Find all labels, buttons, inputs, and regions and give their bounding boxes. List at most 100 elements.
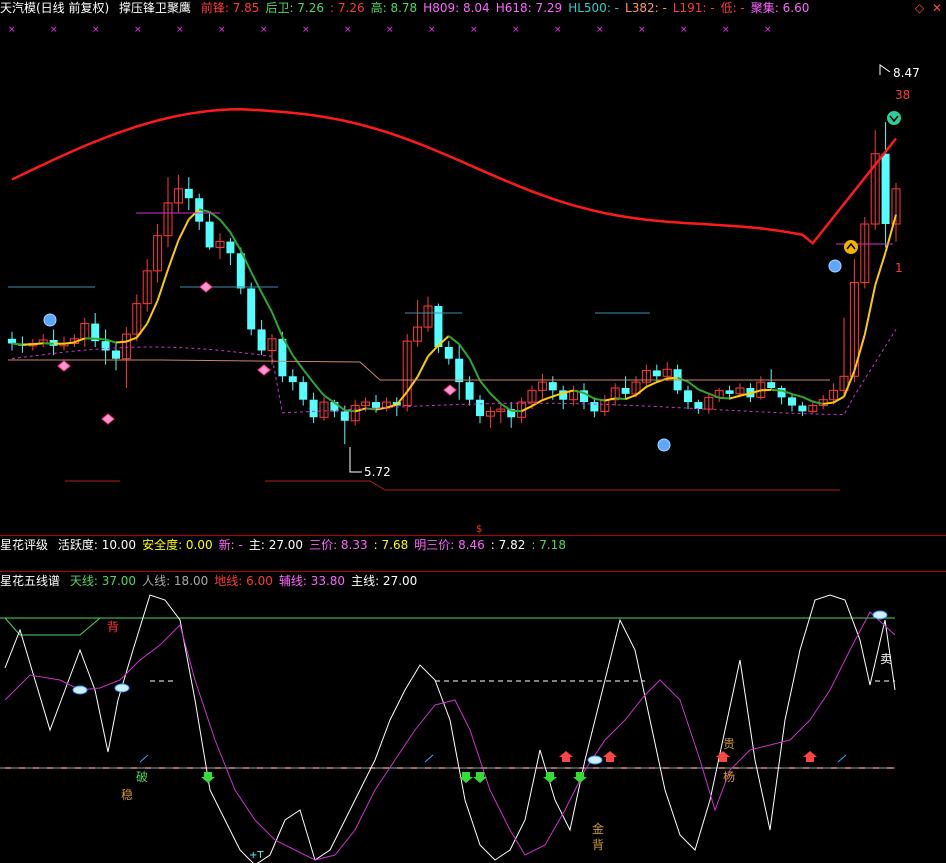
po-label: 破 [136,770,149,784]
mai-label: 卖 [880,652,893,666]
ma-segment [323,394,335,404]
ma-segment [291,354,305,371]
candle-body [434,306,443,347]
top-x-mark: × [8,25,16,35]
gem-icon [101,413,115,425]
ma-segment [302,368,315,384]
ma-segment [416,355,429,378]
gui-label: 贵 [723,737,736,751]
ma-segment [604,397,616,402]
high-price-label: 8.47 [893,66,920,80]
up-badge-icon [844,240,858,254]
top-x-mark: × [50,25,58,35]
top-x-mark: × [260,25,268,35]
top-x-mark: × [470,25,478,35]
gem-icon [57,360,71,372]
down-badge-icon [887,111,901,125]
ma-segment [500,402,512,412]
ma-segment [635,386,648,396]
orb-icon [657,438,671,452]
ma-segment [542,395,554,402]
candle-body [340,411,349,421]
ma-segment [874,251,887,286]
candle-body [476,399,484,417]
candle-body [725,390,734,394]
down-arrow-icon [201,772,215,783]
ma-segment [43,342,54,345]
top-x-mark: × [176,25,184,35]
candle-body [288,376,297,383]
candle-body [590,402,599,412]
ma-segment [177,218,190,241]
ma-segment [812,400,824,405]
up-arrow-icon [603,751,617,762]
candle-body [247,288,256,330]
ma-segment [167,240,180,270]
candle-body [652,370,661,377]
candle-body [788,397,796,406]
gem-icon [199,281,213,293]
aux-line [4,611,896,861]
top-x-mark: × [218,25,226,35]
candle-body [226,241,235,254]
candle-body [257,329,266,351]
price-chart: × × × × × × × × × × × × × × × × × × × $ [0,25,901,863]
gem-icon [443,384,457,396]
orb-icon [828,259,842,273]
bottom-red-line [265,480,840,491]
candle-body [881,153,890,224]
candle-body [465,382,474,400]
up-arrow-icon [803,751,817,762]
ma-segment [95,337,106,341]
ma-segment [260,292,273,313]
bei-bottom-label: 背 [592,838,605,852]
candle-body [309,399,318,418]
ma-segment [312,382,325,397]
ma-segment [115,340,127,344]
bird-icon [114,683,130,693]
down-arrow-icon [543,772,557,783]
ma-segment [645,381,658,388]
top-x-mark: × [512,25,520,35]
wen-label: 稳 [121,788,134,802]
ma-segment [489,392,502,405]
top-x-mark: × [722,25,730,35]
candle-body [205,221,214,248]
top-x-mark: × [554,25,562,35]
high-callout [879,64,891,75]
ma-segment [63,341,75,345]
main-line [4,594,896,863]
ma-segment [843,370,856,398]
ma-segment [126,336,138,343]
candle-body [455,358,464,383]
yang-label: 杨 [723,770,736,784]
upper-band-line [11,107,897,245]
ma-segment [719,396,730,400]
ma-segment [625,394,637,400]
dollar-mark: $ [476,524,482,535]
ma-segment [853,334,866,372]
top-x-mark: × [680,25,688,35]
count-38-label: 38 [895,88,911,102]
candle-body [8,338,16,344]
low-price-label: 5.72 [364,465,391,479]
ma-segment [801,395,814,403]
candle-body [299,382,308,400]
ma-segment [521,405,533,413]
top-x-mark: × [428,25,436,35]
lower-band-line [11,329,897,416]
top-x-mark: × [344,25,352,35]
ma-segment [615,397,626,401]
ma-segment [344,409,356,413]
ma-segment [458,343,471,360]
ma-segment [698,388,710,395]
gem-icon [257,364,271,376]
ma-segment [32,342,44,346]
count-1-label: 1 [895,261,903,275]
top-x-mark: × [134,25,142,35]
bei-top-label: 背 [107,620,120,634]
ma-segment [823,401,834,405]
ma-segment [863,285,877,335]
bird-icon [72,685,88,695]
ma-segment [729,394,741,400]
